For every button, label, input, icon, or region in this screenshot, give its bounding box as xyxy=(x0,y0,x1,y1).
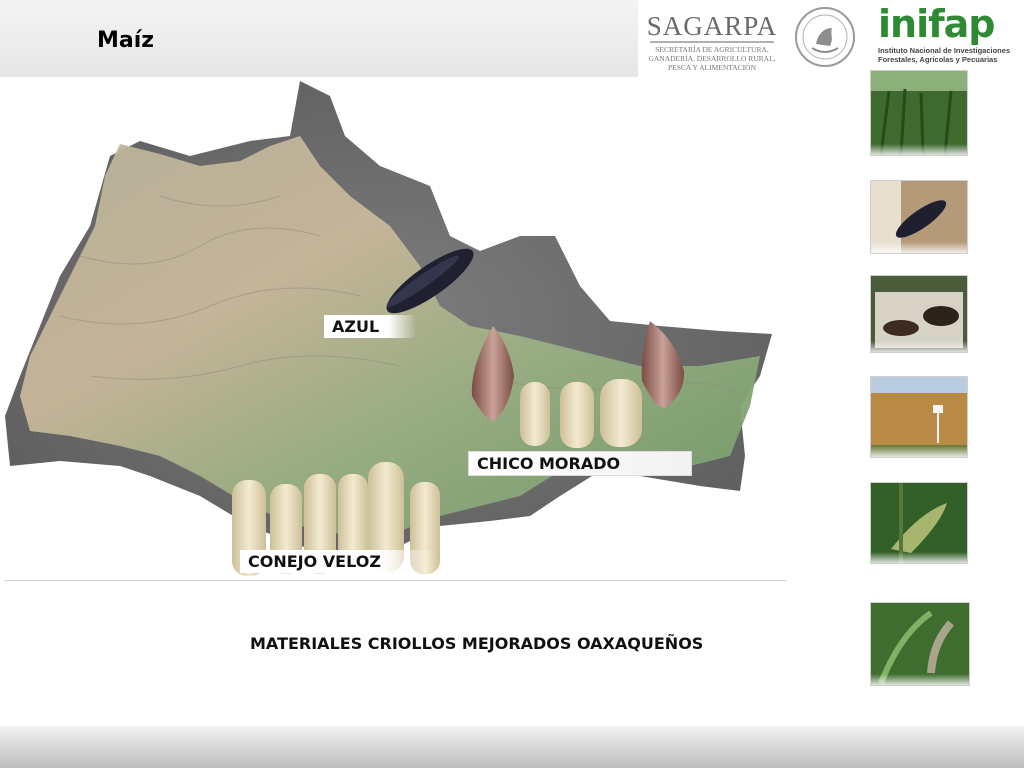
slide-caption: MATERIALES CRIOLLOS MEJORADOS OAXAQUEÑOS xyxy=(250,634,704,653)
label-chico-morado: CHICO MORADO xyxy=(468,451,692,476)
thumbnail-grain-samples xyxy=(870,275,968,353)
chico-morado-ears xyxy=(520,379,642,448)
thumbnail-dry-maize-plot xyxy=(870,376,968,458)
thumbnail-blue-corn xyxy=(870,180,968,254)
inifap-subtitle-2: Forestales, Agrícolas y Pecuarias xyxy=(878,55,998,64)
thumbnail-maize-ear xyxy=(870,482,968,564)
mexico-seal-icon xyxy=(795,7,855,67)
inifap-logo-wordmark: inifap xyxy=(878,2,995,46)
label-conejo-veloz: CONEJO VELOZ xyxy=(240,550,436,573)
sagarpa-subtitle-3: PESCA Y ALIMENTACIÓN xyxy=(667,63,756,72)
thumbnail-maize-leaves xyxy=(870,602,970,686)
title-band xyxy=(0,0,638,77)
label-azul: AZUL xyxy=(324,315,416,338)
inifap-logo: inifap Instituto Nacional de Investigaci… xyxy=(878,2,1020,64)
thumbnail-maize-field xyxy=(870,70,968,156)
inifap-subtitle-1: Instituto Nacional de Investigaciones xyxy=(878,46,1011,55)
inifap-logo-name: inifap xyxy=(878,2,1020,46)
sagarpa-logo-name: SAGARPA xyxy=(646,11,778,41)
sagarpa-logo-rule xyxy=(650,41,774,43)
sagarpa-subtitle-2: GANADERÍA, DESARROLLO RURAL, xyxy=(648,54,776,63)
sagarpa-subtitle-1: SECRETARÍA DE AGRICULTURA, xyxy=(655,45,769,54)
footer-band xyxy=(0,726,1024,768)
map-divider xyxy=(4,580,786,581)
slide-title: Maíz xyxy=(97,28,155,53)
sagarpa-logo: SAGARPA SECRETARÍA DE AGRICULTURA, GANAD… xyxy=(642,12,782,72)
